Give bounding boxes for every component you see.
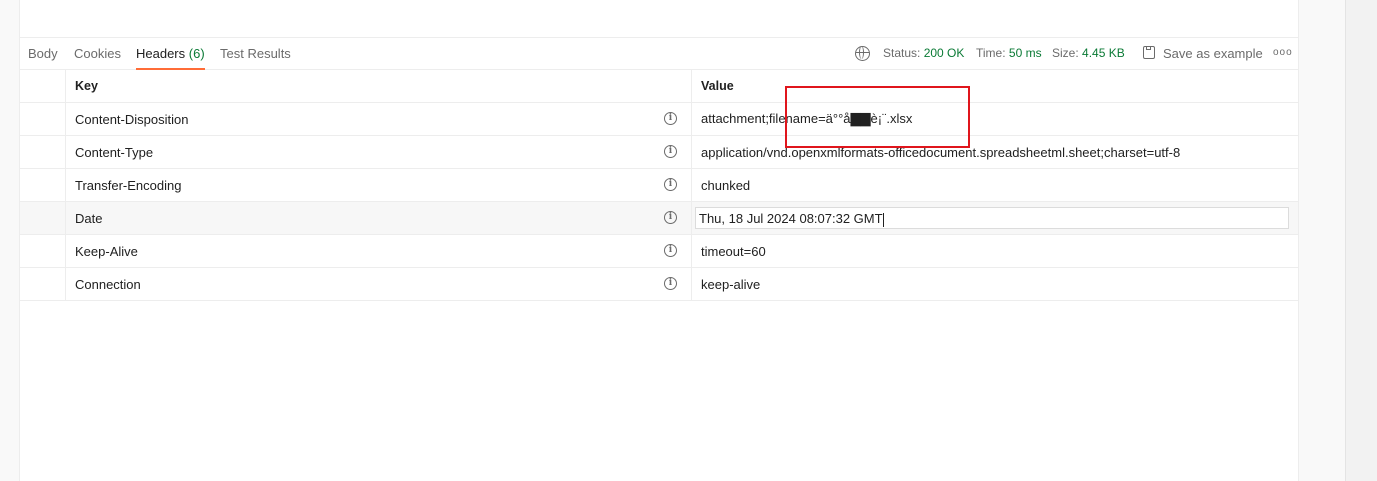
tab-headers-label: Headers [136,46,186,61]
tab-cookies[interactable]: Cookies [74,38,121,70]
info-icon[interactable]: i [664,244,677,257]
header-value[interactable]: attachment;filename=ä°°å▇▇è¡¨.xlsx [691,102,1298,136]
header-key: Date i [65,201,692,235]
row-gutter [20,102,66,136]
checkbox-column-header [20,70,66,103]
key-column-header: Key [65,70,692,103]
time-label: Time: [976,46,1006,60]
row-gutter [20,234,66,268]
header-key: Content-Disposition i [65,102,692,136]
time-value: 50 ms [1008,46,1042,60]
info-icon[interactable]: i [664,112,677,125]
headers-table: Key Value Content-Disposition i attachmen… [20,70,1298,301]
header-value[interactable]: chunked [691,168,1298,202]
header-value[interactable]: keep-alive [691,267,1298,301]
header-key: Content-Type i [65,135,692,169]
tab-headers-count: (6) [188,46,205,61]
table-row: Content-Type i application/vnd.openxmlfor… [20,135,1298,169]
header-key-text: Keep-Alive [75,243,138,259]
status-label: Status: [883,46,921,60]
table-header-row: Key Value [20,70,1298,103]
header-value-field[interactable]: Thu, 18 Jul 2024 08:07:32 GMT [695,207,1289,229]
window-edge [1345,0,1377,481]
info-icon[interactable]: i [664,145,677,158]
table-row: Connection i keep-alive [20,267,1298,301]
response-panel: Body Cookies Headers (6) Test Results St… [19,0,1299,481]
header-value[interactable]: application/vnd.openxmlformats-officedoc… [691,135,1298,169]
header-key: Connection i [65,267,692,301]
time-readout: Time: 50 ms [976,38,1042,70]
header-value-cell: Thu, 18 Jul 2024 08:07:32 GMT [691,201,1298,235]
row-gutter [20,168,66,202]
size-value: 4.45 KB [1082,46,1125,60]
table-row: Transfer-Encoding i chunked [20,168,1298,202]
header-key-text: Date [75,210,103,226]
table-row: Content-Disposition i attachment;filename… [20,102,1298,136]
header-key-text: Connection [75,276,141,292]
table-row: Keep-Alive i timeout=60 [20,234,1298,268]
size-label: Size: [1052,46,1079,60]
info-icon[interactable]: i [664,277,677,290]
header-value[interactable]: timeout=60 [691,234,1298,268]
row-gutter [20,201,66,235]
header-key: Transfer-Encoding i [65,168,692,202]
table-row: Date i Thu, 18 Jul 2024 08:07:32 GMT [20,201,1298,235]
row-gutter [20,267,66,301]
save-icon[interactable] [1143,46,1155,59]
info-icon[interactable]: i [664,211,677,224]
header-key: Keep-Alive i [65,234,692,268]
tab-body[interactable]: Body [28,38,58,70]
response-tabs-bar: Body Cookies Headers (6) Test Results St… [20,37,1298,70]
size-readout: Size: 4.45 KB [1052,38,1125,70]
header-key-text: Content-Type [75,144,154,160]
row-gutter [20,135,66,169]
save-as-example-button[interactable]: Save as example [1163,38,1263,70]
text-caret [882,212,884,227]
highlight-annotation-box [785,86,970,148]
status-value: 200 OK [923,46,965,60]
header-key-text: Content-Disposition [75,111,189,127]
status-readout: Status: 200 OK [883,38,964,70]
globe-icon[interactable] [855,46,870,61]
more-options-icon[interactable]: ooo [1273,38,1293,70]
header-value-text: Thu, 18 Jul 2024 08:07:32 GMT [699,211,883,226]
value-column-header: Value [691,70,1298,103]
header-key-text: Transfer-Encoding [75,177,182,193]
tab-headers[interactable]: Headers (6) [136,38,205,70]
info-icon[interactable]: i [664,178,677,191]
tab-test-results[interactable]: Test Results [220,38,291,70]
